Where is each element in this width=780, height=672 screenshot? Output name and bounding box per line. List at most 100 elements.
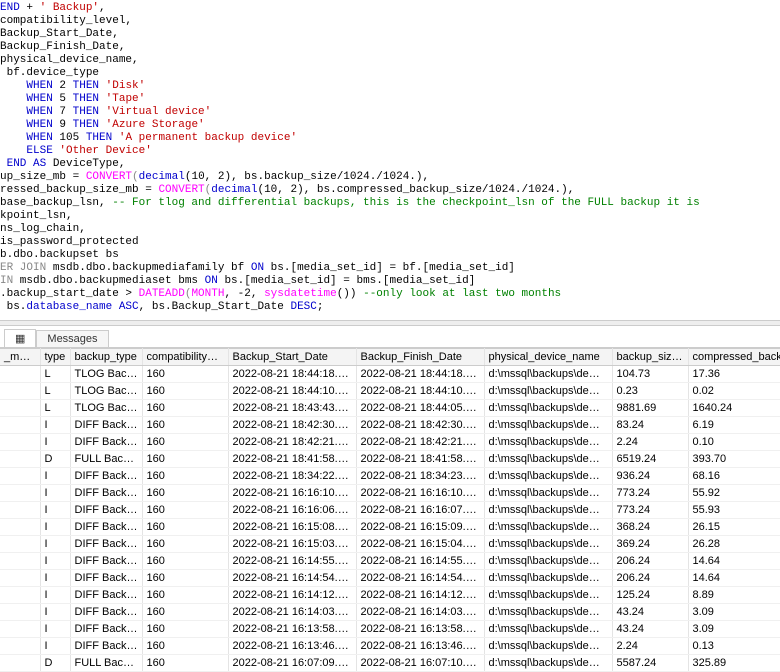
- cell-model[interactable]: [0, 451, 40, 468]
- cell-model[interactable]: [0, 536, 40, 553]
- cell-pdn[interactable]: d:\mssql\backups\demoBlog_: [484, 638, 612, 655]
- cell-pdn[interactable]: d:\mssql\backups\demoBlog_: [484, 366, 612, 383]
- cell-cl[interactable]: 160: [142, 400, 228, 417]
- cell-pdn[interactable]: d:\mssql\backups\demoBlog_: [484, 451, 612, 468]
- cell-type[interactable]: I: [40, 587, 70, 604]
- cell-cbs[interactable]: 14.64: [688, 570, 780, 587]
- cell-model[interactable]: [0, 604, 40, 621]
- cell-type[interactable]: I: [40, 468, 70, 485]
- cell-bsm[interactable]: 936.24: [612, 468, 688, 485]
- cell-pdn[interactable]: d:\mssql\backups\demoBlog_: [484, 417, 612, 434]
- cell-type[interactable]: I: [40, 604, 70, 621]
- cell-cl[interactable]: 160: [142, 638, 228, 655]
- cell-cl[interactable]: 160: [142, 553, 228, 570]
- cell-bt[interactable]: DIFF Backup: [70, 502, 142, 519]
- cell-pdn[interactable]: d:\mssql\backups\demoBlog_: [484, 570, 612, 587]
- cell-type[interactable]: I: [40, 434, 70, 451]
- cell-bfd[interactable]: 2022-08-21 18:42:21.000: [356, 434, 484, 451]
- cell-type[interactable]: L: [40, 383, 70, 400]
- cell-cl[interactable]: 160: [142, 451, 228, 468]
- cell-bsd[interactable]: 2022-08-21 18:44:18.000: [228, 366, 356, 383]
- cell-bsd[interactable]: 2022-08-21 16:14:12.000: [228, 587, 356, 604]
- cell-bfd[interactable]: 2022-08-21 16:16:07.000: [356, 502, 484, 519]
- cell-pdn[interactable]: d:\mssql\backups\demoBlog_: [484, 502, 612, 519]
- cell-model[interactable]: [0, 485, 40, 502]
- cell-cbs[interactable]: 17.36: [688, 366, 780, 383]
- cell-bfd[interactable]: 2022-08-21 18:44:10.000: [356, 383, 484, 400]
- table-row[interactable]: DFULL Backup1602022-08-21 18:41:58.00020…: [0, 451, 780, 468]
- cell-model[interactable]: [0, 570, 40, 587]
- table-row[interactable]: IDIFF Backup1602022-08-21 16:13:46.00020…: [0, 638, 780, 655]
- table-row[interactable]: IDIFF Backup1602022-08-21 18:42:30.00020…: [0, 417, 780, 434]
- cell-pdn[interactable]: d:\mssql\backups\demoBlog_: [484, 383, 612, 400]
- cell-bsm[interactable]: 2.24: [612, 434, 688, 451]
- cell-cbs[interactable]: 0.13: [688, 638, 780, 655]
- cell-type[interactable]: L: [40, 366, 70, 383]
- cell-pdn[interactable]: d:\mssql\backups\demoBlog_: [484, 604, 612, 621]
- cell-pdn[interactable]: d:\mssql\backups\demoBlog_: [484, 434, 612, 451]
- cell-bt[interactable]: DIFF Backup: [70, 638, 142, 655]
- cell-cbs[interactable]: 26.28: [688, 536, 780, 553]
- cell-bsm[interactable]: 773.24: [612, 502, 688, 519]
- cell-cl[interactable]: 160: [142, 502, 228, 519]
- table-row[interactable]: DFULL Backup1602022-08-21 16:07:09.00020…: [0, 655, 780, 672]
- tab-results[interactable]: ▦: [4, 329, 36, 347]
- table-row[interactable]: IDIFF Backup1602022-08-21 16:14:54.00020…: [0, 570, 780, 587]
- table-row[interactable]: IDIFF Backup1602022-08-21 16:16:06.00020…: [0, 502, 780, 519]
- cell-cbs[interactable]: 55.92: [688, 485, 780, 502]
- col-type[interactable]: type: [40, 349, 70, 366]
- cell-bfd[interactable]: 2022-08-21 18:41:58.000: [356, 451, 484, 468]
- results-grid[interactable]: _model type backup_type compatibility_le…: [0, 348, 780, 672]
- table-row[interactable]: IDIFF Backup1602022-08-21 18:42:21.00020…: [0, 434, 780, 451]
- cell-bsd[interactable]: 2022-08-21 16:13:46.000: [228, 638, 356, 655]
- cell-type[interactable]: D: [40, 655, 70, 672]
- cell-cbs[interactable]: 55.93: [688, 502, 780, 519]
- cell-bfd[interactable]: 2022-08-21 18:34:23.000: [356, 468, 484, 485]
- cell-cbs[interactable]: 1640.24: [688, 400, 780, 417]
- cell-bsd[interactable]: 2022-08-21 18:41:58.000: [228, 451, 356, 468]
- cell-bfd[interactable]: 2022-08-21 16:14:55.000: [356, 553, 484, 570]
- cell-cbs[interactable]: 0.10: [688, 434, 780, 451]
- cell-cl[interactable]: 160: [142, 570, 228, 587]
- cell-bfd[interactable]: 2022-08-21 16:15:09.000: [356, 519, 484, 536]
- cell-bfd[interactable]: 2022-08-21 18:44:05.000: [356, 400, 484, 417]
- cell-bt[interactable]: DIFF Backup: [70, 570, 142, 587]
- cell-bsm[interactable]: 5587.24: [612, 655, 688, 672]
- cell-bt[interactable]: DIFF Backup: [70, 553, 142, 570]
- cell-bt[interactable]: DIFF Backup: [70, 536, 142, 553]
- cell-bsm[interactable]: 773.24: [612, 485, 688, 502]
- cell-bt[interactable]: TLOG Backup: [70, 383, 142, 400]
- cell-bsm[interactable]: 104.73: [612, 366, 688, 383]
- cell-cbs[interactable]: 6.19: [688, 417, 780, 434]
- cell-model[interactable]: [0, 366, 40, 383]
- table-row[interactable]: IDIFF Backup1602022-08-21 16:16:10.00020…: [0, 485, 780, 502]
- cell-type[interactable]: L: [40, 400, 70, 417]
- cell-cl[interactable]: 160: [142, 468, 228, 485]
- cell-bsd[interactable]: 2022-08-21 16:07:09.000: [228, 655, 356, 672]
- cell-bsd[interactable]: 2022-08-21 16:14:55.000: [228, 553, 356, 570]
- cell-cl[interactable]: 160: [142, 621, 228, 638]
- cell-pdn[interactable]: d:\mssql\backups\demoBlog_: [484, 655, 612, 672]
- cell-cl[interactable]: 160: [142, 587, 228, 604]
- cell-type[interactable]: I: [40, 570, 70, 587]
- cell-bfd[interactable]: 2022-08-21 16:15:04.000: [356, 536, 484, 553]
- cell-bsm[interactable]: 83.24: [612, 417, 688, 434]
- table-row[interactable]: LTLOG Backup1602022-08-21 18:44:18.00020…: [0, 366, 780, 383]
- table-row[interactable]: IDIFF Backup1602022-08-21 16:15:08.00020…: [0, 519, 780, 536]
- cell-type[interactable]: I: [40, 638, 70, 655]
- cell-type[interactable]: D: [40, 451, 70, 468]
- cell-pdn[interactable]: d:\mssql\backups\demoBlog_: [484, 536, 612, 553]
- cell-cbs[interactable]: 26.15: [688, 519, 780, 536]
- cell-bt[interactable]: DIFF Backup: [70, 468, 142, 485]
- table-row[interactable]: IDIFF Backup1602022-08-21 16:13:58.00020…: [0, 621, 780, 638]
- cell-bsd[interactable]: 2022-08-21 18:43:43.000: [228, 400, 356, 417]
- col-model[interactable]: _model: [0, 349, 40, 366]
- col-backup-type[interactable]: backup_type: [70, 349, 142, 366]
- cell-pdn[interactable]: d:\mssql\backups\demoBlog_: [484, 400, 612, 417]
- table-row[interactable]: IDIFF Backup1602022-08-21 16:14:12.00020…: [0, 587, 780, 604]
- cell-bsm[interactable]: 6519.24: [612, 451, 688, 468]
- cell-bsd[interactable]: 2022-08-21 16:13:58.000: [228, 621, 356, 638]
- tab-messages[interactable]: Messages: [36, 330, 108, 347]
- cell-bsm[interactable]: 206.24: [612, 553, 688, 570]
- cell-pdn[interactable]: d:\mssql\backups\demoBlog_: [484, 485, 612, 502]
